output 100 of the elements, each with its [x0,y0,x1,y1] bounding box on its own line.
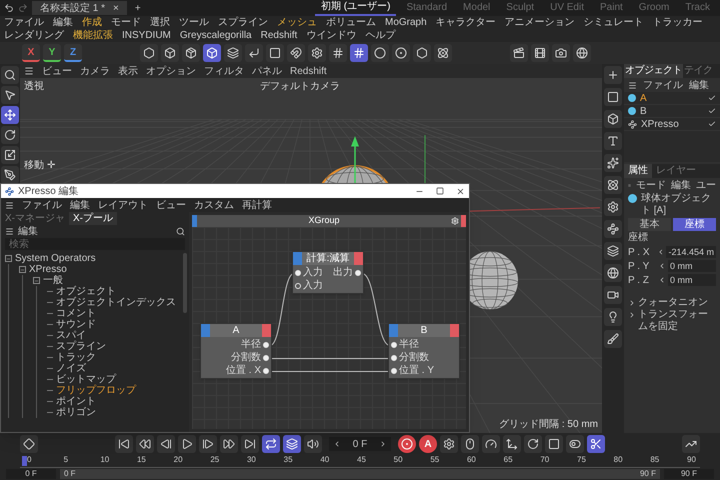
group-heading[interactable]: トランスフォームを固定 [638,309,716,333]
tree-item[interactable]: オブジェクト [56,286,116,297]
menu-item[interactable]: 編集 [53,16,73,29]
menu-icon[interactable] [5,227,14,236]
undo-icon[interactable] [4,3,14,13]
decrement-icon[interactable] [333,440,341,448]
keyframe-button[interactable] [20,435,38,453]
input-port-tab[interactable] [201,324,210,337]
group-input-tab[interactable] [192,215,197,227]
globe-button[interactable] [604,264,622,282]
cube-button[interactable] [604,110,622,128]
maximize-icon[interactable] [436,187,444,195]
loop-button[interactable] [262,435,280,453]
clapperboard-button[interactable] [510,44,528,62]
graph-button[interactable] [682,435,700,453]
collapse-icon[interactable] [5,255,12,262]
menu-item[interactable]: ファイル [4,16,44,29]
pool-menu-item[interactable]: 編集 [18,224,172,239]
menu-item[interactable]: メッシュ [277,16,317,29]
square-button[interactable] [545,435,563,453]
viewport-menu-item[interactable]: Redshift [290,64,327,78]
axis-lock-button[interactable]: Z [64,44,82,62]
end-frame-field[interactable]: 90 F [664,469,714,479]
tree-item[interactable]: ビットマップ [56,374,116,385]
object-row[interactable]: B [624,105,720,118]
xpresso-node[interactable]: A 半径 分割数 位置 . X [200,323,272,379]
menu-icon[interactable] [628,80,637,90]
record-button[interactable] [398,435,416,453]
close-tab-button[interactable]: × [113,0,119,16]
menu-item[interactable]: ツール [179,16,209,29]
timeline-ruler[interactable]: 0 5 10 15 20 25 30 35 40 45 50 55 60 65 70 75 80 85 90 [20,455,700,468]
viewport-menu-item[interactable]: カメラ [80,64,110,78]
document-tab[interactable]: 名称未設定 1 * × [32,1,127,15]
layers-button[interactable] [283,435,301,453]
tree-item[interactable]: コメント [56,308,96,319]
hexagon-button[interactable] [413,44,431,62]
nodes-button[interactable] [604,220,622,238]
menu-item[interactable]: スプライン [218,16,268,29]
tree-item[interactable]: ポリゴン [56,407,96,418]
menu-item[interactable]: INSYDIUM [122,29,171,42]
tree-item[interactable]: スパイ [56,330,86,341]
menu-item[interactable]: 作成 [82,16,102,29]
text-button[interactable] [604,132,622,150]
window-menu-item[interactable]: 再計算 [242,198,272,212]
pool-tab[interactable]: X-プール [69,212,117,225]
settings-button[interactable] [308,44,326,62]
viewport-menu-item[interactable]: フィルタ [204,64,244,78]
atom-button[interactable] [434,44,452,62]
menu-icon[interactable] [5,200,14,210]
redo-icon[interactable] [18,3,28,13]
skip-back-button[interactable] [115,435,133,453]
number-field[interactable]: 0 mm [668,260,716,272]
tree-item[interactable]: ポイント [56,396,96,407]
window-menu-item[interactable]: ファイル [22,198,62,212]
pen-button[interactable] [1,166,19,184]
attribute-tab[interactable]: 基本 [628,218,671,231]
scissors-button[interactable] [587,435,605,453]
globe-button[interactable] [573,44,591,62]
film-button[interactable] [531,44,549,62]
tree-item[interactable]: フリップフロップ [56,385,136,396]
scale-button[interactable] [1,146,19,164]
settings-icon[interactable] [451,217,459,225]
group-heading[interactable]: クォータニオン [638,297,708,309]
video-camera-button[interactable] [604,286,622,304]
menu-item[interactable]: モード [111,16,141,29]
toggle-button[interactable] [566,435,584,453]
axis-lock-button[interactable]: Y [43,44,61,62]
viewport-menu-item[interactable]: 表示 [118,64,138,78]
attribute-tab[interactable]: 座標 [673,218,716,231]
rotate-button[interactable] [524,435,542,453]
move-3d-button[interactable] [503,435,521,453]
collapse-icon[interactable] [19,266,26,273]
collapse-icon[interactable] [33,277,40,284]
tree-item[interactable]: System Operators [15,253,96,264]
menu-item[interactable]: キャラクター [436,16,496,29]
input-port-tab[interactable] [389,324,398,337]
menu-item[interactable]: Redshift [260,29,298,42]
search-button[interactable] [1,66,19,84]
object-row[interactable]: A [624,92,720,105]
rotate-button[interactable] [1,126,19,144]
tree-item[interactable]: XPresso [29,264,67,275]
panel-menu-item[interactable]: 編集 [689,78,709,92]
menu-item[interactable]: トラッカー [652,16,703,29]
menu-item[interactable]: Greyscalegorilla [180,29,252,42]
window-menu-item[interactable]: カスタム [194,198,234,212]
menu-item[interactable]: ウインドウ [306,29,356,42]
plus-button[interactable] [604,66,622,84]
speaker-button[interactable] [304,435,322,453]
settings-button[interactable] [604,198,622,216]
camera-button[interactable] [552,44,570,62]
cube-button[interactable] [161,44,179,62]
start-frame-field[interactable]: 0 F [6,469,56,479]
layers-button[interactable] [604,242,622,260]
tree-item[interactable]: 一般 [43,275,63,286]
box-button[interactable] [182,44,200,62]
node-canvas[interactable]: 計算:減算 入力 出力 入力 A 半径 分割数 位置 . X B 半径 分割数 位置 . Y [192,227,466,429]
panel-tab[interactable]: 属性 [624,164,652,178]
viewport-menu-item[interactable]: ビュー [42,64,72,78]
play-button[interactable] [178,435,196,453]
settings-button[interactable] [440,435,458,453]
